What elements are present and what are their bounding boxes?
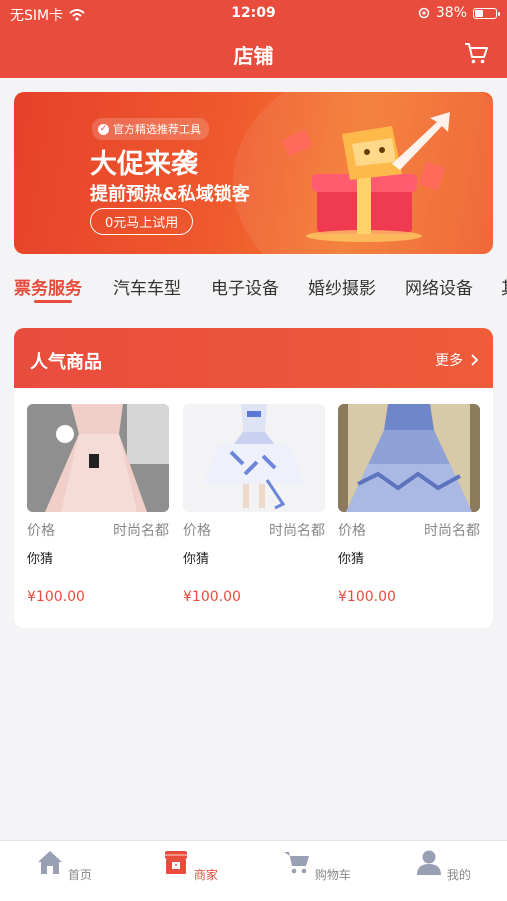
battery-icon <box>473 7 500 19</box>
category-tabs: 票务服务 汽车车型 电子设备 婚纱摄影 网络设备 其 <box>0 270 507 310</box>
tabbar-merchant[interactable]: 商家 <box>150 849 230 883</box>
banner-cta-button[interactable]: 0元马上试用 <box>90 208 194 235</box>
banner-tag-text: 官方精选推荐工具 <box>113 123 201 136</box>
tabbar-home[interactable]: 首页 <box>24 849 104 883</box>
product-tag: 时尚名都 <box>113 523 169 539</box>
cart-icon <box>284 852 310 874</box>
nav-header: 店铺 <box>0 28 507 78</box>
user-icon <box>417 850 442 875</box>
bottom-tab-bar: 首页 商家 购物车 我的 <box>0 840 507 901</box>
product-price-label: 价格 <box>338 523 366 539</box>
dress-photo-pink <box>27 404 169 512</box>
home-icon <box>38 851 63 874</box>
tab-ticket-service[interactable]: 票务服务 <box>14 274 82 299</box>
tab-other[interactable]: 其 <box>501 274 507 299</box>
check-icon: ✓ <box>98 123 109 135</box>
banner-tag: ✓ 官方精选推荐工具 <box>92 118 209 140</box>
page-title: 店铺 <box>233 44 274 68</box>
tab-network-devices[interactable]: 网络设备 <box>405 274 473 299</box>
product-name: 你猜 <box>183 552 210 567</box>
dress-photo-blue-gown <box>338 404 480 512</box>
tabbar-mine[interactable]: 我的 <box>403 849 483 883</box>
product-card[interactable]: 价格 时尚名都 你猜 ¥100.00 <box>338 404 480 605</box>
tabbar-home-label: 首页 <box>67 868 92 882</box>
banner-subline: 提前预热&私域锁客 <box>90 184 250 205</box>
product-tag: 时尚名都 <box>269 523 325 539</box>
store-icon <box>165 851 188 874</box>
product-image[interactable] <box>338 404 480 512</box>
more-link[interactable]: 更多 <box>435 350 479 370</box>
product-card[interactable]: 价格 时尚名都 你猜 ¥100.00 <box>27 404 169 605</box>
status-bar: 无SIM卡 12:09 38% <box>0 0 507 28</box>
tabbar-mine-label: 我的 <box>446 868 471 882</box>
product-price: ¥100.00 <box>338 589 396 605</box>
product-price-label: 价格 <box>183 523 211 539</box>
section-title: 人气商品 <box>30 352 102 373</box>
promo-banner[interactable]: ✓ 官方精选推荐工具 大促来袭 提前预热&私域锁客 0元马上试用 <box>14 92 493 254</box>
tabbar-merchant-label: 商家 <box>193 868 218 882</box>
tab-wedding-photo[interactable]: 婚纱摄影 <box>308 274 376 299</box>
tab-car-models[interactable]: 汽车车型 <box>113 274 181 299</box>
section-header: 人气商品 更多 <box>14 328 493 388</box>
battery-percent: 38% <box>435 5 467 21</box>
more-label: 更多 <box>435 353 463 369</box>
tab-electronics[interactable]: 电子设备 <box>211 274 279 299</box>
active-tab-indicator <box>34 300 72 303</box>
product-card[interactable]: 价格 时尚名都 你猜 ¥100.00 <box>183 404 325 605</box>
orientation-lock-icon <box>418 7 430 19</box>
tabbar-cart[interactable]: 购物车 <box>277 849 357 883</box>
cart-icon[interactable] <box>463 40 489 66</box>
product-price-label: 价格 <box>27 523 55 539</box>
dress-photo-blue-white <box>183 404 325 512</box>
gift-illustration <box>282 112 450 242</box>
popular-products-card: 人气商品 更多 价格 时尚名都 你猜 ¥100.00 价格 时尚名都 你猜 ¥1… <box>14 328 493 628</box>
product-tag: 时尚名都 <box>424 523 480 539</box>
product-name: 你猜 <box>27 552 54 567</box>
chevron-right-icon <box>471 354 479 366</box>
banner-headline: 大促来袭 <box>90 149 198 180</box>
product-name: 你猜 <box>338 552 365 567</box>
product-price: ¥100.00 <box>27 589 85 605</box>
product-image[interactable] <box>183 404 325 512</box>
tabbar-cart-label: 购物车 <box>314 868 351 882</box>
product-image[interactable] <box>27 404 169 512</box>
product-price: ¥100.00 <box>183 589 241 605</box>
